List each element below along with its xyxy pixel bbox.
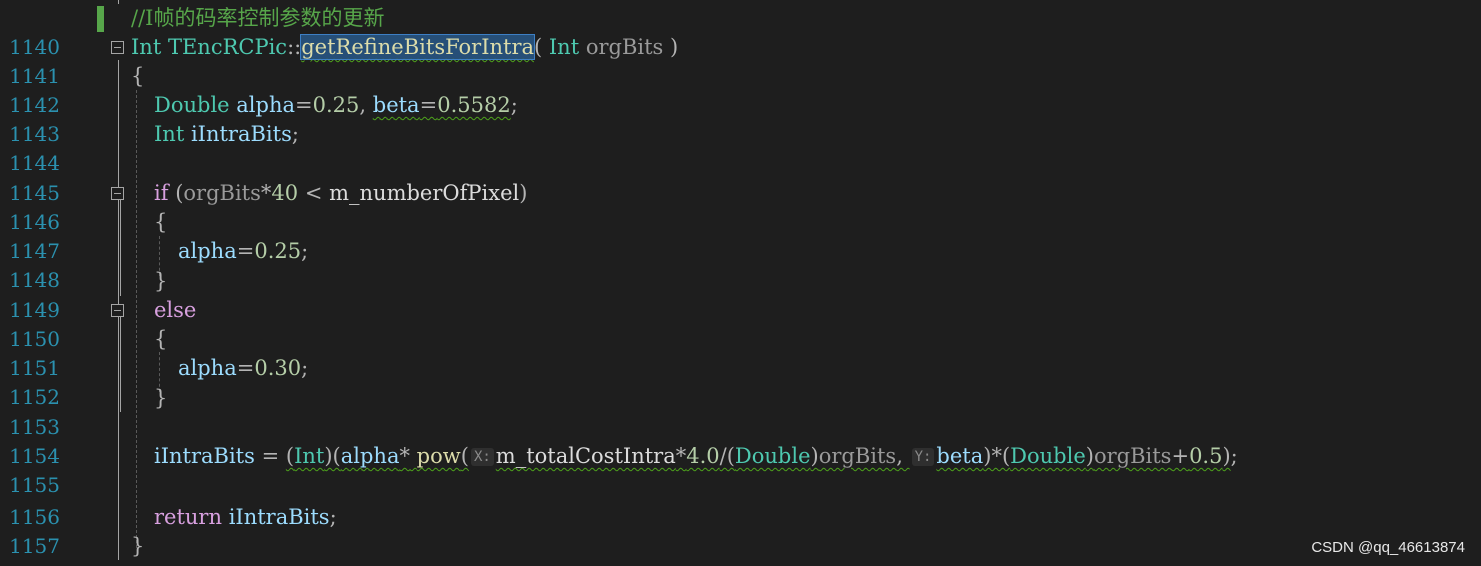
- code-text: return iIntraBits;: [154, 505, 337, 529]
- code-text: alpha=0.25;: [178, 239, 309, 263]
- code-line[interactable]: 1158 }: [0, 532, 1481, 566]
- collapse-icon[interactable]: [111, 187, 124, 200]
- code-line[interactable]: 1153 }: [0, 384, 1481, 439]
- code-text: alpha=0.30;: [178, 356, 309, 380]
- code-line[interactable]: 1154: [0, 413, 1481, 468]
- code-text: {: [154, 210, 168, 234]
- code-line[interactable]: 1140 //I帧的码率控制参数的更新: [0, 4, 1481, 59]
- code-text: Double alpha=0.25, beta=0.5582;: [154, 93, 518, 117]
- code-line[interactable]: 1148 alpha=0.25;: [0, 237, 1481, 292]
- code-text: }: [154, 269, 168, 293]
- code-text: //I帧的码率控制参数的更新: [131, 6, 385, 30]
- code-text: {: [154, 327, 168, 351]
- code-line[interactable]: 1151 {: [0, 325, 1481, 380]
- code-editor[interactable]: 1140 //I帧的码率控制参数的更新 1141 Int TEncRCPic::…: [0, 0, 1481, 566]
- code-text: {: [131, 64, 145, 88]
- code-line[interactable]: 1152 alpha=0.30;: [0, 354, 1481, 409]
- code-line[interactable]: 1145: [0, 150, 1481, 205]
- parameter-hint: Y:: [911, 448, 935, 466]
- code-line[interactable]: 1157 return iIntraBits;: [0, 503, 1481, 558]
- code-line[interactable]: 1142 {: [0, 62, 1481, 117]
- code-line[interactable]: 1146 if (orgBits*40 < m_numberOfPixel): [0, 179, 1481, 234]
- parameter-hint: X:: [470, 448, 494, 466]
- selected-function-name[interactable]: getRefineBitsForIntra: [300, 34, 536, 60]
- code-text: if (orgBits*40 < m_numberOfPixel): [154, 181, 528, 205]
- code-line[interactable]: 1144 Int iIntraBits;: [0, 120, 1481, 175]
- code-line[interactable]: 1149 }: [0, 267, 1481, 322]
- code-line[interactable]: 1141 Int TEncRCPic::getRefineBitsForIntr…: [0, 33, 1481, 88]
- code-line[interactable]: 1143 Double alpha=0.25, beta=0.5582;: [0, 91, 1481, 146]
- collapse-icon[interactable]: [111, 304, 124, 317]
- code-line[interactable]: 1155 iIntraBits = (Int)(alpha* pow(X: m_t…: [0, 442, 1481, 497]
- code-line[interactable]: 1156: [0, 474, 1481, 529]
- code-text: Int iIntraBits;: [154, 122, 299, 146]
- code-text: }: [154, 386, 168, 410]
- watermark: CSDN @qq_46613874: [1311, 539, 1465, 556]
- code-text: }: [131, 534, 145, 558]
- collapse-icon[interactable]: [111, 41, 124, 54]
- code-text: iIntraBits = (Int)(alpha* pow(X: m_totalC…: [154, 444, 1238, 468]
- code-text: Int TEncRCPic::getRefineBitsForIntra( In…: [131, 34, 679, 60]
- code-line[interactable]: 1147 {: [0, 208, 1481, 263]
- line-number[interactable]: 1158: [0, 561, 60, 566]
- code-line[interactable]: 1150 else: [0, 296, 1481, 351]
- code-text: else: [154, 298, 197, 322]
